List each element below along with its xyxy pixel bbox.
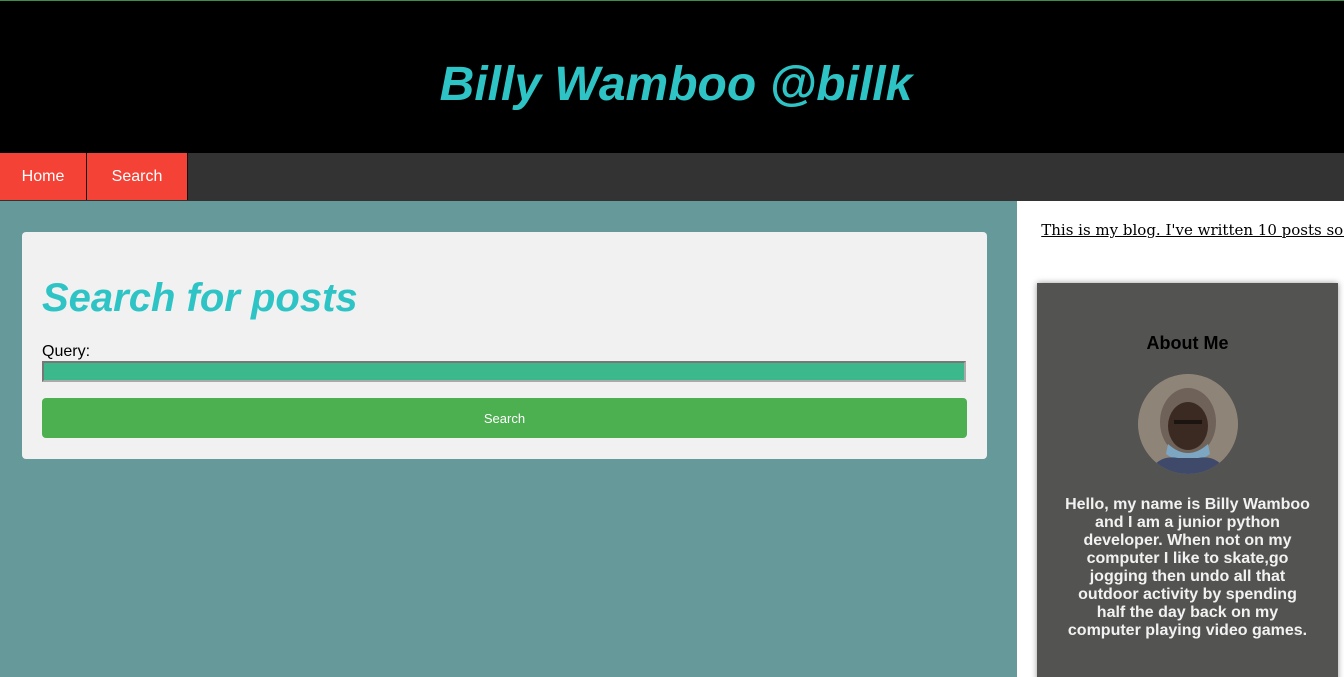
query-label: Query: — [42, 343, 91, 360]
about-me-text: Hello, my name is Billy Wamboo and I am … — [1065, 496, 1310, 639]
nav-search-link[interactable]: Search — [87, 153, 188, 200]
search-heading: Search for posts — [42, 276, 358, 320]
avatar — [1137, 374, 1238, 474]
site-title: Billy Wamboo @billk — [439, 57, 913, 111]
site-header: Billy Wamboo @billk — [0, 1, 1344, 153]
sidebar: This is my blog. I've written 10 posts s… — [1017, 201, 1344, 677]
top-nav: Home Search — [0, 153, 1344, 201]
avatar-photo-icon — [1137, 374, 1238, 474]
main-content: Search for posts Query: Search — [0, 201, 1017, 677]
about-me-title: About Me — [1146, 333, 1229, 353]
about-me-card: About Me Hello, my name is Billy Wamboo … — [1037, 283, 1338, 677]
query-input[interactable] — [42, 361, 966, 382]
search-card: Search for posts Query: Search — [22, 232, 987, 459]
search-button[interactable]: Search — [42, 398, 967, 438]
nav-home-link[interactable]: Home — [0, 153, 87, 200]
blog-blurb: This is my blog. I've written 10 posts s… — [1041, 221, 1344, 239]
